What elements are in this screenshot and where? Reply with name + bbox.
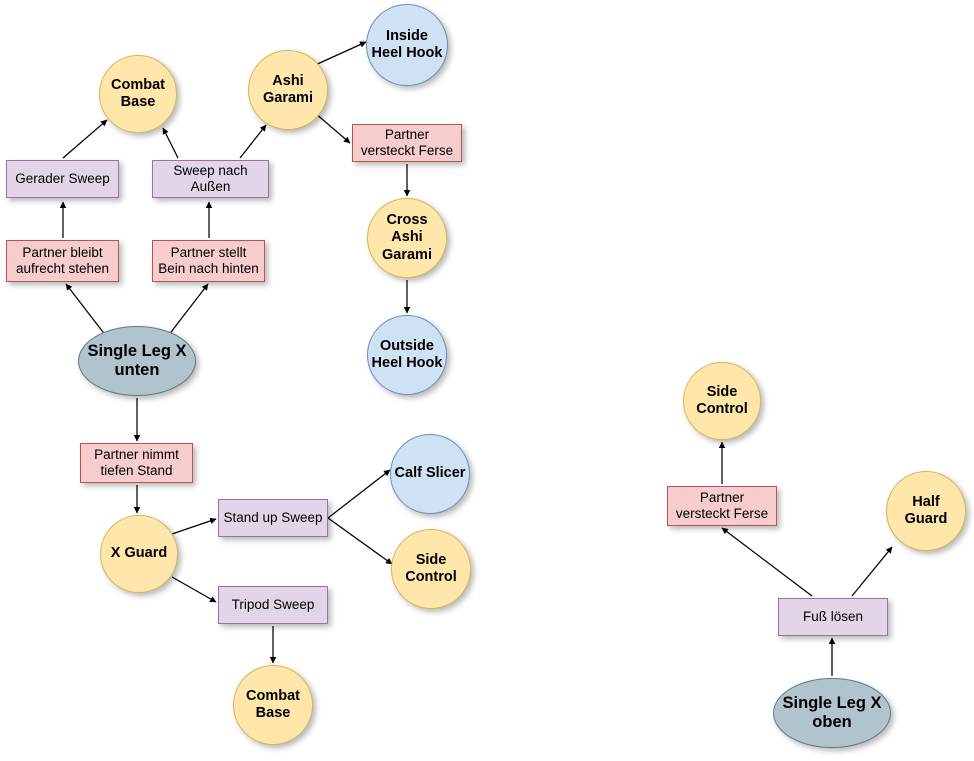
node-half_guard[interactable]: Half Guard [886, 471, 966, 551]
edge-stand_up_sweep-to-calf_slicer [327, 469, 391, 519]
node-combat_base_top[interactable]: Combat Base [99, 55, 177, 133]
node-label: Single Leg X unten [87, 341, 187, 379]
node-partner_nimmt_tiefen_stand[interactable]: Partner nimmt tiefen Stand [80, 443, 193, 483]
edge-fuss_loesen-to-half_guard [851, 546, 893, 597]
edge-x_guard-to-tripod_sweep [171, 576, 217, 603]
node-label: Gerader Sweep [15, 171, 110, 187]
edge-fuss_loesen-to-partner_versteckt_ferse_2 [721, 527, 813, 597]
edge-stand_up_sweep-to-side_control_left [327, 517, 393, 565]
node-tripod_sweep[interactable]: Tripod Sweep [218, 586, 328, 624]
node-label: Half Guard [904, 493, 948, 527]
node-side_control_left[interactable]: Side Control [391, 529, 471, 609]
node-ashi_garami[interactable]: Ashi Garami [248, 50, 328, 130]
node-gerader_sweep[interactable]: Gerader Sweep [6, 160, 119, 198]
node-label: Fuß lösen [802, 609, 864, 625]
edge-gerader_sweep-to-combat_base_top [62, 119, 108, 159]
node-label: Tripod Sweep [231, 597, 315, 613]
node-combat_base_bottom[interactable]: Combat Base [233, 665, 313, 745]
node-label: Partner versteckt Ferse [360, 127, 454, 158]
node-partner_versteckt_ferse_1[interactable]: Partner versteckt Ferse [352, 124, 462, 162]
node-single_leg_x_unten[interactable]: Single Leg X unten [78, 326, 196, 396]
node-label: Combat Base [111, 76, 165, 110]
edge-ashi_garami-to-partner_versteckt_ferse_1 [314, 112, 351, 144]
node-label: Side Control [405, 551, 457, 585]
node-cross_ashi_garami[interactable]: Cross Ashi Garami [367, 198, 447, 278]
edge-x_guard-to-stand_up_sweep [171, 517, 217, 535]
node-label: Inside Heel Hook [371, 27, 443, 61]
node-label: Partner bleibt aufrecht stehen [15, 245, 110, 276]
node-label: Partner stellt Bein nach hinten [158, 245, 259, 276]
node-label: Combat Base [246, 687, 300, 721]
diagram-canvas: Combat Base Ashi Garami Inside Heel Hook Pa… [0, 0, 974, 761]
node-calf_slicer[interactable]: Calf Slicer [390, 434, 470, 514]
node-label: Sweep nach Außen [173, 163, 248, 194]
node-label: Outside Heel Hook [371, 337, 443, 371]
node-x_guard[interactable]: X Guard [100, 515, 178, 593]
node-partner_bleibt_aufrecht[interactable]: Partner bleibt aufrecht stehen [6, 240, 119, 282]
node-label: Ashi Garami [263, 72, 313, 106]
node-label: Calf Slicer [394, 465, 466, 482]
edge-single_leg_x_unten-to-partner_stellt_bein [167, 283, 209, 337]
edge-single_leg_x_unten-to-partner_bleibt_aufrecht [65, 283, 107, 337]
node-partner_stellt_bein[interactable]: Partner stellt Bein nach hinten [152, 240, 265, 282]
node-label: Partner nimmt tiefen Stand [94, 447, 179, 478]
node-label: Cross Ashi Garami [382, 212, 432, 263]
node-label: Side Control [696, 383, 748, 417]
node-sweep_nach_aussen[interactable]: Sweep nach Außen [152, 160, 269, 198]
node-outside_heel_hook[interactable]: Outside Heel Hook [367, 315, 447, 395]
node-label: Single Leg X oben [782, 693, 882, 731]
node-partner_versteckt_ferse_2[interactable]: Partner versteckt Ferse [667, 486, 777, 526]
node-side_control_right[interactable]: Side Control [683, 362, 761, 440]
node-label: Partner versteckt Ferse [675, 490, 769, 521]
edge-sweep_nach_aussen-to-ashi_garami [239, 124, 267, 159]
node-label: X Guard [110, 545, 168, 562]
node-single_leg_x_oben[interactable]: Single Leg X oben [773, 678, 891, 748]
node-stand_up_sweep[interactable]: Stand up Sweep [218, 499, 328, 537]
node-label: Stand up Sweep [223, 510, 323, 526]
edge-ashi_garami-to-inside_heel_hook [312, 41, 367, 67]
edge-sweep_nach_aussen-to-combat_base_top [162, 127, 179, 159]
node-fuss_loesen[interactable]: Fuß lösen [778, 598, 888, 636]
node-inside_heel_hook[interactable]: Inside Heel Hook [366, 4, 448, 86]
